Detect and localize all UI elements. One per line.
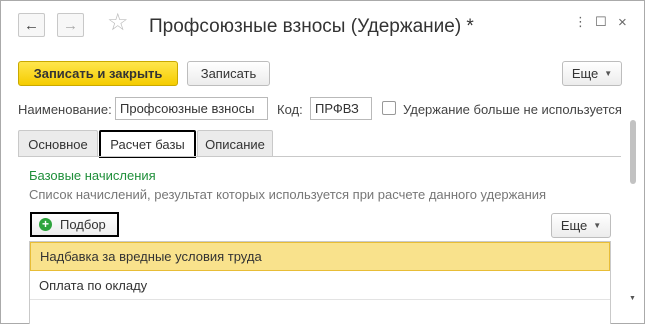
- tab-base-calc[interactable]: Расчет базы: [99, 130, 196, 158]
- back-button[interactable]: ←: [18, 13, 45, 37]
- tab-main[interactable]: Основное: [18, 130, 98, 157]
- save-button[interactable]: Записать: [187, 61, 270, 86]
- tab-divider: [18, 156, 621, 157]
- save-label: Записать: [200, 66, 257, 81]
- more-menu-button[interactable]: Еще ▼: [562, 61, 622, 86]
- save-and-close-label: Записать и закрыть: [33, 66, 163, 81]
- more-label: Еще: [571, 66, 599, 81]
- unused-checkbox[interactable]: [382, 101, 396, 115]
- list-item-label: Надбавка за вредные условия труда: [40, 249, 262, 264]
- section-description: Список начислений, результат которых исп…: [29, 187, 547, 202]
- code-label: Код:: [277, 102, 303, 117]
- tab-main-label: Основное: [28, 136, 88, 152]
- add-plus-icon: +: [39, 218, 52, 231]
- page-title: Профсоюзные взносы (Удержание) *: [149, 16, 474, 37]
- scroll-down-icon[interactable]: ▼: [629, 295, 636, 302]
- name-field[interactable]: Профсоюзные взносы: [115, 97, 268, 120]
- arrow-left-icon: ←: [24, 16, 39, 34]
- forward-button[interactable]: →: [57, 13, 84, 37]
- tab-description-label: Описание: [205, 136, 265, 152]
- favorite-star-icon[interactable]: ☆: [107, 11, 129, 35]
- arrow-right-icon: →: [63, 16, 78, 34]
- section-title: Базовые начисления: [29, 168, 156, 183]
- pick-label: Подбор: [60, 217, 106, 232]
- tab-base-calc-label: Расчет базы: [110, 136, 185, 152]
- tab-description[interactable]: Описание: [197, 130, 273, 157]
- list-item-label: Оплата по окладу: [39, 277, 148, 293]
- more-actions-icon[interactable]: ⋮: [574, 15, 587, 28]
- maximize-icon[interactable]: ☐: [595, 15, 607, 28]
- code-field[interactable]: ПРФВЗ: [310, 97, 372, 120]
- list-more-label: Еще: [560, 218, 588, 233]
- list-more-button[interactable]: Еще ▼: [551, 213, 611, 238]
- pick-button[interactable]: + Подбор: [30, 212, 119, 237]
- scrollbar-thumb[interactable]: [630, 120, 636, 184]
- unused-label: Удержание больше не используется: [403, 102, 622, 117]
- chevron-down-icon: ▼: [593, 221, 602, 230]
- list-item[interactable]: Оплата по окладу: [30, 271, 610, 300]
- form-window: ← → ☆ Профсоюзные взносы (Удержание) * ⋮…: [0, 0, 645, 324]
- close-icon[interactable]: ×: [618, 15, 627, 30]
- name-label: Наименование:: [18, 102, 112, 117]
- chevron-down-icon: ▼: [604, 69, 613, 78]
- list-item[interactable]: Надбавка за вредные условия труда: [30, 242, 610, 271]
- save-and-close-button[interactable]: Записать и закрыть: [18, 61, 178, 86]
- accruals-list: Надбавка за вредные условия труда Оплата…: [29, 241, 611, 324]
